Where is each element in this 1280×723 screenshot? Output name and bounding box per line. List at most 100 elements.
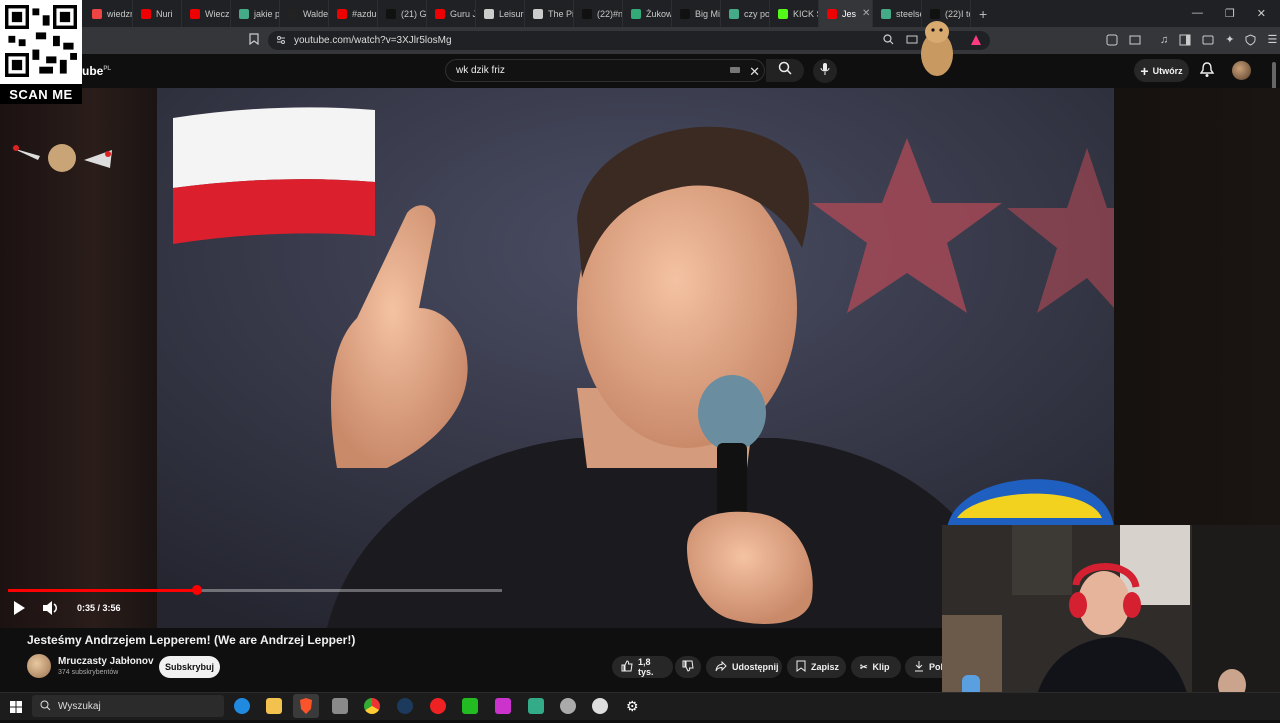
like-button[interactable]: 1,8 tys. xyxy=(612,656,673,678)
minimize-icon[interactable]: — xyxy=(1192,7,1203,20)
tab-favicon-icon xyxy=(778,8,788,19)
browser-tab[interactable]: KICK St xyxy=(770,0,819,27)
play-icon[interactable] xyxy=(12,600,26,621)
search-button[interactable] xyxy=(766,59,804,82)
thumbs-down-icon xyxy=(682,660,694,674)
restore-icon[interactable]: ❐ xyxy=(1225,7,1235,20)
notifications-bell-icon[interactable] xyxy=(1199,62,1215,83)
tab-favicon-icon xyxy=(827,8,837,19)
dislike-button[interactable] xyxy=(675,656,701,678)
app-icon-1[interactable] xyxy=(332,698,348,714)
browser-tab[interactable]: The Pin xyxy=(525,0,574,27)
tab-label: Guru Je xyxy=(450,8,475,19)
chrome-icon[interactable] xyxy=(364,698,380,714)
cat-meme-overlay xyxy=(12,144,112,172)
youtube-logo[interactable]: ubePL xyxy=(82,64,111,78)
music-icon[interactable]: ♫ xyxy=(1160,33,1168,46)
tab-label: The Pin xyxy=(548,8,574,19)
browser-tab[interactable]: steelse xyxy=(873,0,922,27)
poland-flag xyxy=(173,107,375,244)
channel-avatar[interactable] xyxy=(27,654,51,678)
microphone-icon xyxy=(820,62,830,81)
url-text: youtube.com/watch?v=3XJlr5losMg xyxy=(294,35,452,46)
tab-label: Leisure xyxy=(499,8,524,19)
progress-scrubber-handle[interactable] xyxy=(192,585,202,595)
browser-tab[interactable]: Leisure xyxy=(476,0,525,27)
tab-favicon-icon xyxy=(484,8,494,19)
browser-tab[interactable]: jakie pi xyxy=(231,0,280,27)
tab-label: Nuri xyxy=(156,8,173,19)
vpn-icon[interactable] xyxy=(1245,33,1256,46)
tab-favicon-icon xyxy=(141,8,151,19)
settings-gear-icon[interactable]: ⚙ xyxy=(626,698,639,715)
browser-tab[interactable]: Wieczn xyxy=(182,0,231,27)
tab-favicon-icon xyxy=(386,8,396,19)
zoom-icon[interactable] xyxy=(883,34,894,48)
volume-icon[interactable] xyxy=(42,600,60,621)
browser-tab[interactable]: czy pol xyxy=(721,0,770,27)
close-window-icon[interactable]: ✕ xyxy=(1257,7,1266,20)
browser-tab[interactable]: Żukows xyxy=(623,0,672,27)
clear-search-icon[interactable]: ✕ xyxy=(749,64,760,80)
screenshot-icon[interactable] xyxy=(1129,33,1141,46)
taskbar-search-input[interactable]: Wyszukaj xyxy=(32,695,224,717)
browser-tab[interactable]: Guru Je xyxy=(427,0,476,27)
url-field[interactable]: youtube.com/watch?v=3XJlr5losMg xyxy=(268,31,990,50)
create-button[interactable]: + Utwórz xyxy=(1134,59,1189,82)
menu-icon[interactable]: ☰ xyxy=(1267,33,1277,46)
app-icon-4[interactable] xyxy=(528,698,544,714)
browser-extensions: ♫ ✦ ☰ xyxy=(1106,33,1277,46)
scissors-icon: ✂ xyxy=(860,661,868,672)
tab-label: czy pol xyxy=(744,8,770,19)
steam-icon[interactable] xyxy=(397,698,413,714)
browser-tab[interactable]: #azdus xyxy=(329,0,378,27)
extensions-icon[interactable] xyxy=(1106,33,1118,46)
obs-icon[interactable] xyxy=(430,698,446,714)
sidebar-icon[interactable] xyxy=(1179,33,1191,46)
browser-tab[interactable]: Big Milk xyxy=(672,0,721,27)
browser-tab[interactable]: Waldek xyxy=(280,0,329,27)
bookmark-icon[interactable] xyxy=(249,33,259,45)
brave-taskbar-active[interactable] xyxy=(293,694,319,718)
video-progress-played xyxy=(8,589,197,592)
tab-label: Wieczn xyxy=(205,8,230,19)
site-info-icon[interactable] xyxy=(276,35,286,48)
app-icon-6[interactable] xyxy=(592,698,608,714)
voice-search-button[interactable] xyxy=(813,59,837,83)
browser-tab[interactable]: Nuri xyxy=(133,0,182,27)
browser-tab[interactable]: wiedzm xyxy=(84,0,133,27)
cast-icon[interactable] xyxy=(906,35,918,48)
search-input[interactable]: wk dzik friz ✕ xyxy=(445,59,765,82)
new-tab-button[interactable]: + xyxy=(971,6,995,22)
app-icon-5[interactable] xyxy=(560,698,576,714)
channel-name[interactable]: Mruczasty Jabłonov xyxy=(58,656,154,667)
taskbar-search-icon xyxy=(40,700,51,714)
browser-tab[interactable]: (21) Gi xyxy=(378,0,427,27)
leo-ai-icon[interactable]: ✦ xyxy=(1225,33,1234,46)
video-title: Jesteśmy Andrzejem Lepperem! (We are And… xyxy=(27,633,356,647)
close-tab-icon[interactable]: ✕ xyxy=(862,8,870,19)
account-avatar[interactable] xyxy=(1232,61,1251,80)
app-icon-3[interactable] xyxy=(495,698,511,714)
subscribe-button[interactable]: Subskrybuj xyxy=(159,656,220,678)
wallet-icon[interactable] xyxy=(1202,33,1214,46)
tab-favicon-icon xyxy=(239,8,249,19)
file-explorer-icon[interactable] xyxy=(266,698,282,714)
browser-tab[interactable]: Jes ✕ xyxy=(819,0,873,27)
app-icon-2[interactable] xyxy=(462,698,478,714)
keyboard-icon[interactable] xyxy=(730,67,740,73)
plus-icon: + xyxy=(1140,62,1149,79)
brave-rewards-icon[interactable] xyxy=(970,34,982,49)
download-icon xyxy=(914,660,924,674)
browser-tab[interactable]: (22)#n xyxy=(574,0,623,27)
tab-favicon-icon xyxy=(631,8,641,19)
windows-start-icon[interactable] xyxy=(10,700,22,718)
share-button[interactable]: Udostępnij xyxy=(706,656,782,678)
tab-favicon-icon xyxy=(92,8,102,19)
save-button[interactable]: Zapisz xyxy=(787,656,846,678)
window-controls: — ❐ ✕ xyxy=(1192,7,1280,20)
edge-icon[interactable] xyxy=(234,698,250,714)
search-text: wk dzik friz xyxy=(456,65,505,76)
tab-label: Żukows xyxy=(646,8,672,19)
clip-button[interactable]: ✂ Klip xyxy=(851,656,901,678)
